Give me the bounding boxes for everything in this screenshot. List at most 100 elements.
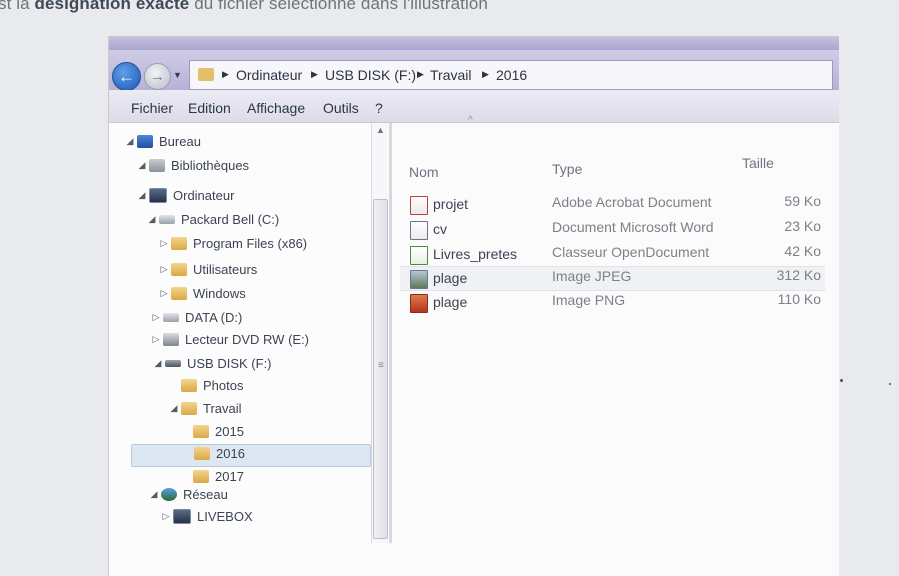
breadcrumb-ordinateur[interactable]: Ordinateur <box>236 67 302 83</box>
column-header-type[interactable]: Type <box>552 161 582 177</box>
tree-item-label: DATA (D:) <box>185 310 243 326</box>
drive-icon <box>159 215 175 225</box>
collapsed-arrow-icon[interactable]: ▷ <box>159 511 173 522</box>
menu-affichage[interactable]: Affichage <box>247 100 305 116</box>
tree-item-label: Travail <box>203 401 242 417</box>
tree-item-travail[interactable]: ◢ Travail <box>167 400 242 420</box>
tree-item-ordinateur[interactable]: ◢ Ordinateur <box>135 187 234 207</box>
usb-icon <box>165 360 181 368</box>
back-button[interactable]: ← <box>112 62 141 91</box>
folder-icon <box>171 287 187 301</box>
tree-item-reseau[interactable]: ◢ Réseau <box>147 486 228 506</box>
tree-item-program-files[interactable]: ▷ Program Files (x86) <box>157 235 308 255</box>
tree-item-dvd-rw[interactable]: ▷ Lecteur DVD RW (E:) <box>149 331 309 351</box>
tree-item-label: 2016 <box>216 446 245 462</box>
menu-edition[interactable]: Edition <box>188 100 231 116</box>
collapsed-arrow-icon[interactable]: ▷ <box>149 334 163 345</box>
file-list: ^ Nom Type Taille projet Adobe Acrobat D… <box>392 115 839 563</box>
tree-item-label: USB DISK (F:) <box>187 356 272 372</box>
file-row[interactable]: cv Document Microsoft Word 23 Ko <box>400 218 825 241</box>
expanded-arrow-icon[interactable]: ◢ <box>135 190 149 201</box>
drive-icon <box>163 313 179 323</box>
folder-icon <box>171 237 187 251</box>
file-row[interactable]: projet Adobe Acrobat Document 59 Ko <box>400 193 825 216</box>
file-row[interactable]: plage Image PNG 110 Ko <box>400 291 825 314</box>
tree-item-windows[interactable]: ▷ Windows <box>157 285 246 305</box>
forward-button[interactable]: → <box>144 63 171 90</box>
file-name: projet <box>433 196 469 212</box>
tree-item-2017[interactable]: 2017 <box>179 468 244 488</box>
tree-item-label: Bureau <box>159 134 201 150</box>
jpeg-icon <box>410 270 428 289</box>
column-header-name[interactable]: Nom <box>409 164 439 180</box>
sort-indicator-icon: ^ <box>468 115 473 126</box>
nav-scrollbar[interactable]: ▲ ≡ <box>371 123 388 543</box>
column-header-size[interactable]: Taille <box>742 155 774 171</box>
word-icon <box>410 221 428 240</box>
grip-icon: ≡ <box>378 360 384 371</box>
file-size: 312 Ko <box>776 267 821 283</box>
expanded-arrow-icon[interactable]: ◢ <box>151 358 165 369</box>
tree-item-bureau[interactable]: ◢ Bureau <box>123 133 201 153</box>
expanded-arrow-icon[interactable]: ◢ <box>167 403 181 414</box>
menu-outils[interactable]: Outils <box>323 100 359 116</box>
file-type: Image PNG <box>552 292 626 308</box>
menu-help[interactable]: ? <box>375 100 383 116</box>
tree-item-label: LIVEBOX <box>197 509 253 525</box>
question-suffix: du fichier sélectionné dans l'illustrati… <box>194 0 488 13</box>
explorer-window: ← → ▼ ▶ Ordinateur ▶ USB DISK (F:) ▶ Tra… <box>108 36 839 576</box>
address-bar[interactable]: ▶ Ordinateur ▶ USB DISK (F:) ▶ Travail ▶… <box>189 60 833 90</box>
tree-item-photos[interactable]: Photos <box>167 377 243 397</box>
tree-item-packard-bell[interactable]: ◢ Packard Bell (C:) <box>145 211 280 231</box>
file-type: Classeur OpenDocument <box>552 244 710 260</box>
file-name: plage <box>433 294 468 310</box>
tree-item-label: Photos <box>203 378 244 394</box>
scroll-thumb[interactable]: ≡ <box>373 199 388 539</box>
expanded-arrow-icon[interactable]: ◢ <box>135 160 149 171</box>
breadcrumb-separator-icon[interactable]: ▶ <box>482 69 489 80</box>
forward-arrow-icon: → <box>150 68 165 85</box>
breadcrumb-usb-disk[interactable]: USB DISK (F:) <box>325 67 416 83</box>
expanded-arrow-icon[interactable]: ◢ <box>145 214 159 225</box>
tree-item-label: 2017 <box>215 469 244 485</box>
tree-item-utilisateurs[interactable]: ▷ Utilisateurs <box>157 261 258 281</box>
tree-item-label: Bibliothèques <box>171 158 250 174</box>
file-size: 59 Ko <box>784 193 821 209</box>
navigation-pane: ◢ Bureau ◢ Bibliothèques ◢ Ordinateur ◢ Pack… <box>109 123 391 563</box>
tree-item-livebox[interactable]: ▷ LIVEBOX <box>159 508 253 528</box>
recent-pages-dropdown[interactable]: ▼ <box>173 70 182 80</box>
title-bar <box>109 36 839 50</box>
tree-item-label: Packard Bell (C:) <box>181 212 280 228</box>
breadcrumb-separator-icon[interactable]: ▶ <box>311 69 318 80</box>
menu-fichier[interactable]: Fichier <box>131 100 173 116</box>
tree-item-data-d[interactable]: ▷ DATA (D:) <box>149 309 243 329</box>
png-icon <box>410 294 428 313</box>
folder-icon <box>171 263 187 277</box>
expanded-arrow-icon[interactable]: ◢ <box>147 489 161 500</box>
collapsed-arrow-icon[interactable]: ▷ <box>157 288 171 299</box>
tree-item-2016[interactable]: 2016 <box>131 444 371 467</box>
tree-item-label: Utilisateurs <box>193 262 258 278</box>
collapsed-arrow-icon[interactable]: ▷ <box>149 312 163 323</box>
screen-speck <box>889 383 891 385</box>
file-row[interactable]: Livres_pretes Classeur OpenDocument 42 K… <box>400 243 825 266</box>
breadcrumb-travail[interactable]: Travail <box>430 67 472 83</box>
file-size: 42 Ko <box>784 243 821 259</box>
expanded-arrow-icon[interactable]: ◢ <box>123 136 137 147</box>
breadcrumb-2016[interactable]: 2016 <box>496 67 527 83</box>
file-name: plage <box>433 270 468 286</box>
file-type: Image JPEG <box>552 268 632 284</box>
tree-item-usb-disk[interactable]: ◢ USB DISK (F:) <box>151 355 272 375</box>
scroll-up-icon[interactable]: ▲ <box>376 125 385 135</box>
breadcrumb-separator-icon[interactable]: ▶ <box>417 69 424 80</box>
folder-icon <box>194 447 210 461</box>
tree-item-2015[interactable]: 2015 <box>179 423 244 443</box>
tree-item-label: 2015 <box>215 424 244 440</box>
collapsed-arrow-icon[interactable]: ▷ <box>157 238 171 249</box>
file-type: Document Microsoft Word <box>552 219 714 235</box>
folder-icon <box>181 402 197 416</box>
tree-item-bibliotheques[interactable]: ◢ Bibliothèques <box>135 157 250 177</box>
file-row-selected[interactable]: plage Image JPEG 312 Ko <box>400 266 825 291</box>
collapsed-arrow-icon[interactable]: ▷ <box>157 264 171 275</box>
breadcrumb-separator-icon[interactable]: ▶ <box>222 69 229 80</box>
